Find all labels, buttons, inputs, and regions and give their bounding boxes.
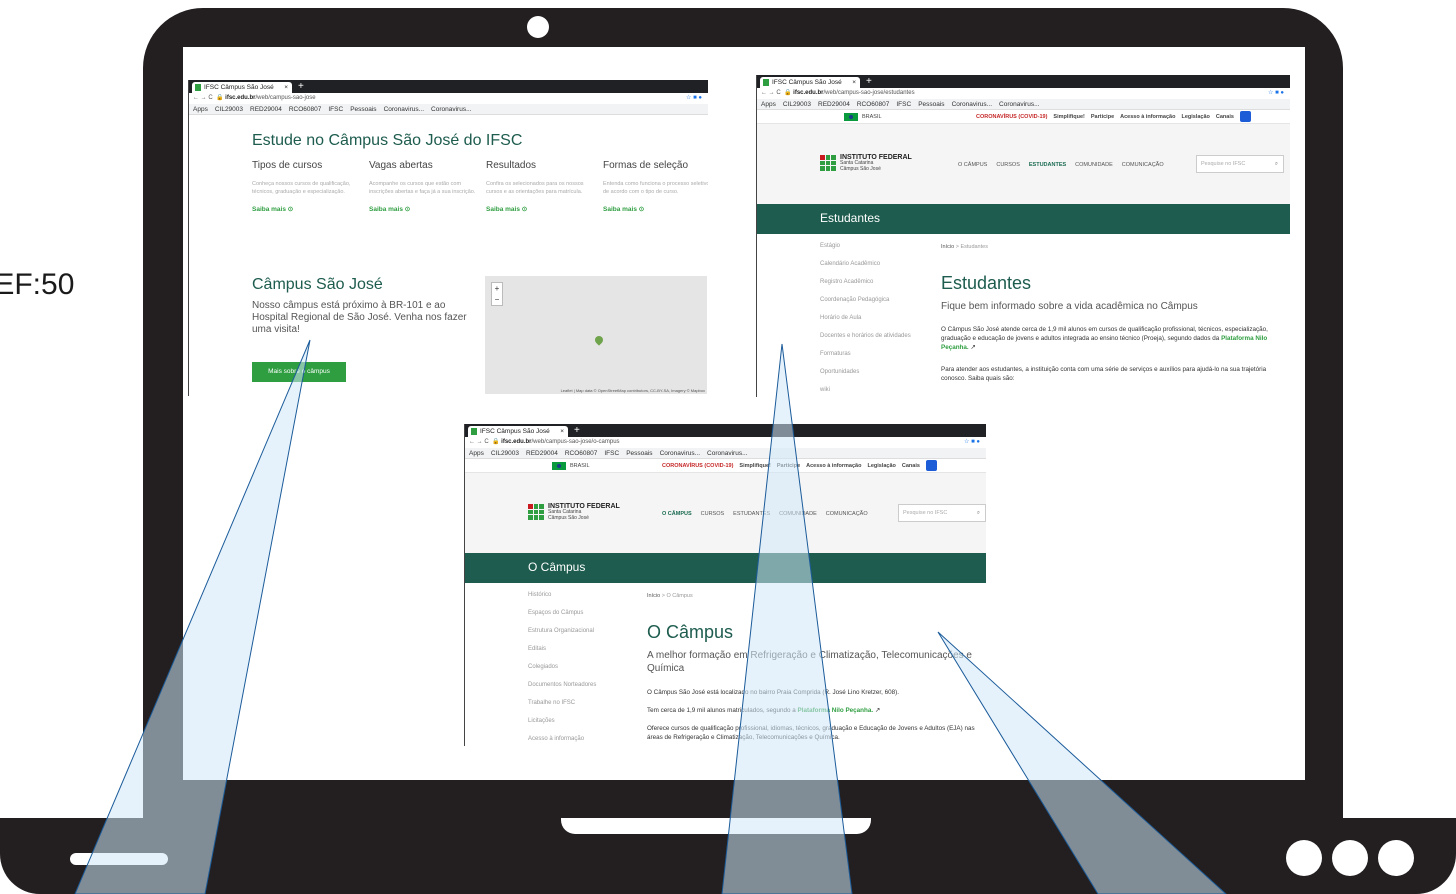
- ray-estudantes: [721, 343, 853, 894]
- ray-home: [74, 339, 311, 894]
- slide-stage: :EF:50 IFSC Câmpus São José× + ← → C 🔒 i…: [0, 0, 1456, 894]
- ray-o-campus: [937, 631, 1227, 894]
- callout-rays: [74, 339, 1227, 894]
